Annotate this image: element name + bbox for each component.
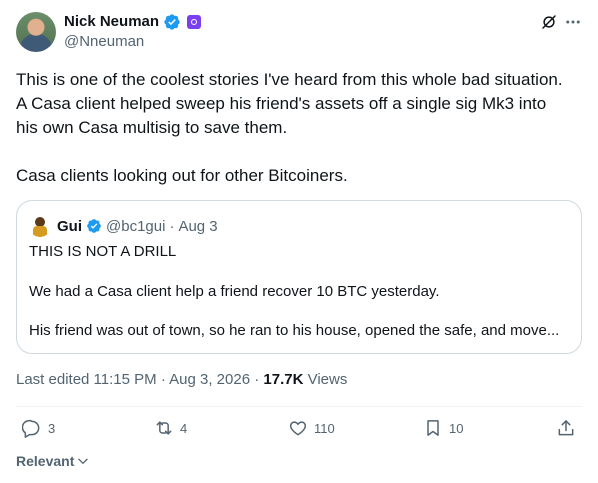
quoted-author-name: Gui <box>57 217 82 235</box>
edited-timestamp[interactable]: Last edited 11:15 PM · Aug 3, 2026 · <box>16 371 263 388</box>
quoted-tweet[interactable]: Gui @bc1gui · Aug 3 THIS IS NOT A DRILL … <box>16 200 582 354</box>
heart-icon <box>289 421 307 436</box>
bookmark-icon <box>427 420 439 436</box>
quoted-text-line: THIS IS NOT A DRILL <box>29 243 177 260</box>
quoted-text-line: We had a Casa client help a friend recov… <box>29 283 440 300</box>
reply-count: 3 <box>48 420 56 436</box>
action-bar: 3 4 110 10 <box>16 418 582 444</box>
quoted-author-avatar <box>29 215 51 237</box>
reply-icon <box>22 420 40 438</box>
verified-badge-icon <box>87 219 101 233</box>
quoted-date: Aug 3 <box>178 217 218 235</box>
dot-separator: · <box>169 217 175 235</box>
author-name[interactable]: Nick Neuman <box>64 13 159 31</box>
quoted-author-handle: @bc1gui <box>106 217 166 235</box>
bookmark-button[interactable]: 10 <box>423 418 463 438</box>
tweet-text-line: his own Casa multisig to save them. <box>16 118 288 137</box>
views-label: Views <box>303 371 348 388</box>
tweet-text-line: This is one of the coolest stories I've … <box>16 70 563 89</box>
like-count: 110 <box>314 420 335 436</box>
chevron-down-icon <box>78 458 89 464</box>
author-avatar[interactable] <box>16 12 56 52</box>
affiliate-badge-icon[interactable] <box>187 15 202 29</box>
quoted-tweet-header: Gui @bc1gui · Aug 3 <box>29 215 218 237</box>
verified-badge-icon <box>164 14 180 30</box>
reply-button[interactable]: 3 <box>22 418 55 438</box>
share-button[interactable] <box>556 418 576 438</box>
grok-icon[interactable] <box>540 13 558 31</box>
retweet-icon <box>156 421 172 435</box>
quoted-text-line: His friend was out of town, so he ran to… <box>29 322 560 339</box>
author-handle[interactable]: @Nneuman <box>64 33 144 51</box>
tweet-text-line: Casa clients looking out for other Bitco… <box>16 166 348 185</box>
share-icon <box>558 420 574 436</box>
tweet-text-line: A Casa client helped sweep his friend's … <box>16 94 547 113</box>
repost-count: 4 <box>180 420 188 436</box>
more-icon[interactable] <box>564 13 582 31</box>
views-count: 17.7K <box>263 371 304 388</box>
author-name-row: Nick Neuman <box>64 13 202 31</box>
sort-label: Relevant <box>16 453 75 469</box>
repost-button[interactable]: 4 <box>154 418 187 438</box>
bookmark-count: 10 <box>449 420 464 436</box>
sort-replies-dropdown[interactable]: Relevant <box>16 453 90 469</box>
tweet-text: This is one of the coolest stories I've … <box>16 68 582 188</box>
tweet-header: Nick Neuman @Nneuman <box>16 12 582 54</box>
divider <box>16 406 582 407</box>
tweet-meta: Last edited 11:15 PM · Aug 3, 2026 · 17.… <box>16 371 347 389</box>
like-button[interactable]: 110 <box>288 418 335 438</box>
